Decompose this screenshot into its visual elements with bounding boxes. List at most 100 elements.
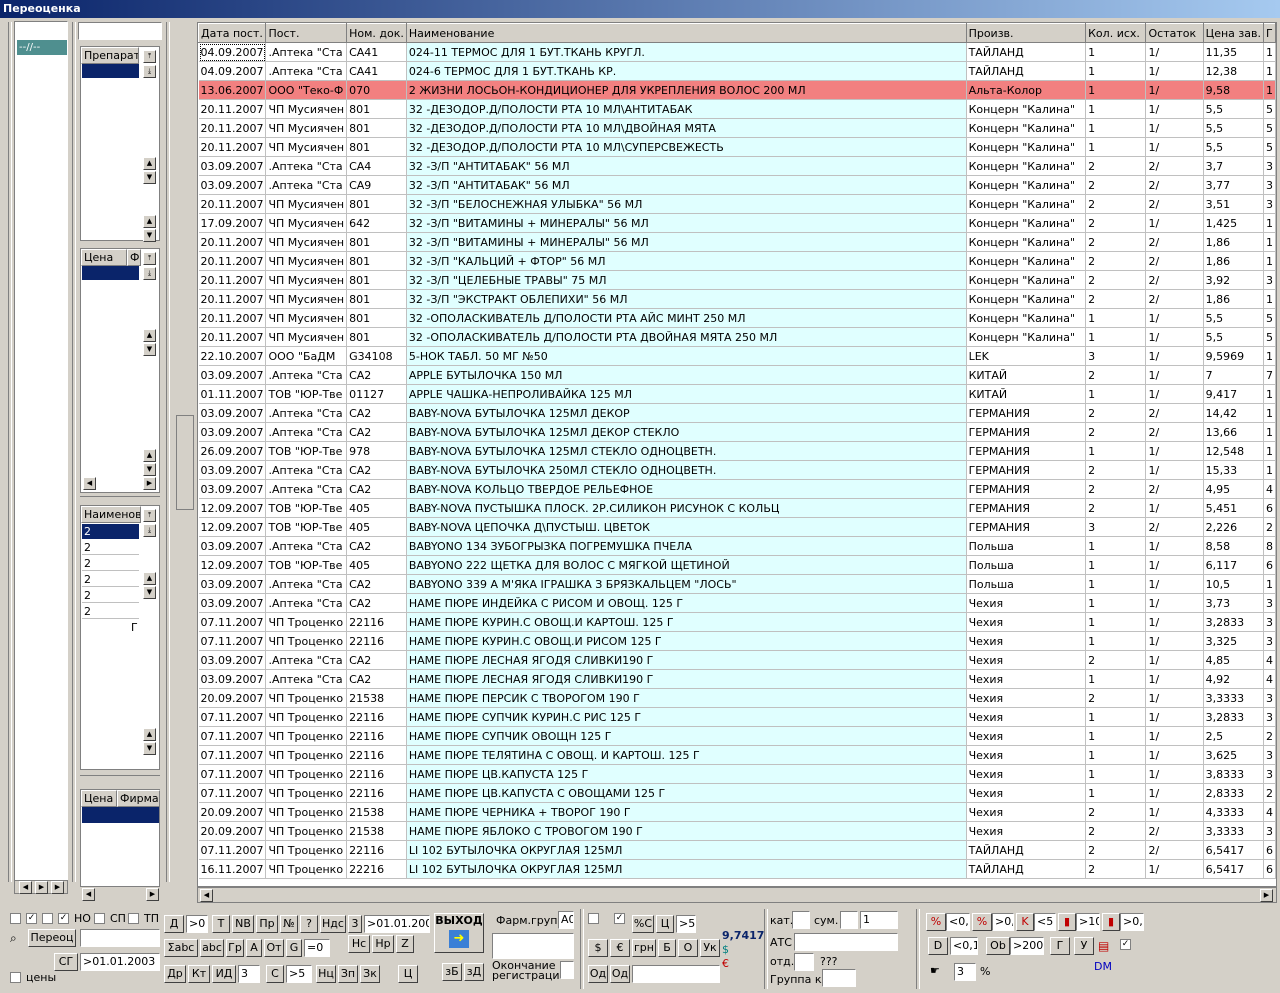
left-splitter-grip[interactable] [30,896,50,902]
table-cell[interactable]: ЧП Троценко [265,688,348,708]
table-row[interactable]: 20.11.2007 ЧП Мусиячен 801 32 -З/П "ЭКСТРАК… [198,289,1276,309]
table-cell[interactable]: 2,226 [1203,517,1264,537]
btn-question[interactable]: ? [300,915,318,933]
scroll-left-icon[interactable]: ◀ [200,889,213,902]
table-cell[interactable]: ЧП Троценко [265,840,348,860]
table-cell[interactable]: 1/ [1145,308,1204,328]
table-cell[interactable]: CA2 [346,422,407,442]
table-cell[interactable]: 1/ [1145,99,1204,119]
table-cell[interactable]: 7 [1263,365,1276,385]
right-checkbox[interactable]: ✓ [1120,939,1131,950]
table-cell[interactable]: 3 [1085,517,1147,537]
btn-d[interactable]: Д [164,915,184,933]
sum-value-input[interactable]: 1 [860,911,898,929]
bottom-list-hscroll[interactable]: ◀ ▶ [80,888,160,902]
table-cell[interactable]: 1/ [1145,42,1204,62]
bottom-header-price[interactable]: Цена [81,790,117,807]
table-cell[interactable]: 3,2833 [1203,612,1264,632]
table-cell[interactable]: 6,117 [1203,555,1264,575]
table-cell[interactable]: 04.09.2007 [198,61,267,81]
scroll-bottom-icon[interactable]: ⤓ [143,524,156,537]
table-cell[interactable]: 1 [1085,99,1147,119]
table-cell[interactable]: Концерн "Калина" [966,270,1087,290]
table-cell[interactable]: 1 [1263,289,1276,309]
pereots-input[interactable] [80,929,160,947]
table-cell[interactable]: HAME ПЮРЕ КУРИН.С ОВОЩ.И КАРТОШ. 125 Г [406,612,967,632]
table-row[interactable]: 20.09.2007 ЧП Троценко 21538 HAME ПЮРЕ ПЕРС… [198,688,1276,708]
btn-zb[interactable]: зБ [442,963,462,981]
table-cell[interactable]: 10,5 [1203,574,1264,594]
scroll-top-icon[interactable]: ⤒ [143,509,156,522]
table-cell[interactable]: Польша [966,536,1087,556]
table-cell[interactable]: 1 [1085,118,1147,138]
table-cell[interactable]: ЧП Троценко [265,764,348,784]
table-cell[interactable]: 12,38 [1203,61,1264,81]
table-row[interactable]: 07.11.2007 ЧП Троценко 22116 LI 102 БУТЫЛОЧ… [198,840,1276,860]
table-cell[interactable]: 1/ [1145,346,1204,366]
table-cell[interactable]: 801 [346,251,407,271]
btn-hrn[interactable]: грн [632,939,656,957]
btn-number[interactable]: № [280,915,298,933]
price-header-firm[interactable]: Ф [127,249,141,266]
table-cell[interactable]: BABYONO 222 ЩЕТКА ДЛЯ ВОЛОС С МЯГКОЙ ЩЕТ… [406,555,967,575]
splitter-right[interactable] [166,22,170,882]
table-cell[interactable]: 1/ [1145,612,1204,632]
table-cell[interactable]: .Аптека "Ста [265,574,348,594]
btn-gr[interactable]: Гр [226,939,244,957]
table-cell[interactable]: 1 [1085,441,1147,461]
table-row[interactable]: 03.09.2007 .Аптека "Ста CA2 BABY-NOVA БУТЫЛ… [198,460,1276,480]
sg-button[interactable]: СГ [54,953,78,971]
table-cell[interactable]: Концерн "Калина" [966,289,1087,309]
table-cell[interactable]: 3 [1263,707,1276,727]
table-cell[interactable]: HAME ПЮРЕ СУПЧИК КУРИН.С РИС 125 Г [406,707,967,727]
chart-value-input[interactable]: >10 [1076,913,1100,931]
table-cell[interactable]: 2 [1085,840,1147,860]
scroll-down-icon[interactable]: ▼ [143,586,156,599]
table-row[interactable]: 20.11.2007 ЧП Мусиячен 801 32 -ДЕЗОДОР.Д/ПО… [198,99,1276,119]
table-cell[interactable]: CA2 [346,536,407,556]
filter-checkbox-2[interactable]: ✓ [26,913,37,924]
table-cell[interactable]: Чехия [966,802,1087,822]
table-cell[interactable]: 4 [1263,669,1276,689]
table-cell[interactable]: 1 [1263,403,1276,423]
table-row[interactable]: 26.09.2007 ТОВ "ЮР-Тве 978 BABY-NOVA БУТЫЛО… [198,441,1276,461]
sg-date-input[interactable]: >01.01.2003 [80,953,160,971]
table-cell[interactable]: 5 [1263,99,1276,119]
table-cell[interactable]: BABYONO 339 А М'ЯКА ІГРАШКА З БРЯЗКАЛЬЦЕ… [406,574,967,594]
table-row[interactable]: 20.09.2007 ЧП Троценко 21538 HAME ПЮРЕ ЧЕРН… [198,802,1276,822]
table-cell[interactable]: 3,2833 [1203,707,1264,727]
table-cell[interactable]: Концерн "Калина" [966,194,1087,214]
table-cell[interactable]: 32 -ДЕЗОДОР.Д/ПОЛОСТИ РТА 10 МЛ\ДВОЙНАЯ … [406,118,967,138]
table-cell[interactable]: 03.09.2007 [198,479,267,499]
table-cell[interactable]: Концерн "Калина" [966,327,1087,347]
table-cell[interactable]: 1,86 [1203,232,1264,252]
table-cell[interactable]: ЧП Троценко [265,802,348,822]
scroll-left-icon[interactable]: ◀ [83,477,96,490]
table-cell[interactable]: 1 [1085,593,1147,613]
prices-checkbox[interactable] [10,972,21,983]
table-cell[interactable]: 07.11.2007 [198,840,267,860]
table-cell[interactable]: 1 [1085,726,1147,746]
grid-column-header[interactable]: Г [1262,23,1276,43]
table-cell[interactable]: 5,451 [1203,498,1264,518]
table-cell[interactable]: 2 [1263,726,1276,746]
table-row[interactable]: 03.09.2007 .Аптека "Ста CA2 BABY-NOVA КОЛЬЦ… [198,479,1276,499]
table-cell[interactable]: 07.11.2007 [198,726,267,746]
table-row[interactable]: 03.09.2007 .Аптека "Ста CA2 HAME ПЮРЕ ЛЕСНА… [198,669,1276,689]
scroll-bottom-icon[interactable]: ⤓ [143,267,156,280]
table-cell[interactable]: 04.09.2007 [198,42,267,62]
grid-splitter-handle[interactable] [176,415,194,510]
table-cell[interactable]: Чехия [966,650,1087,670]
table-cell[interactable]: 2 [1085,232,1147,252]
table-cell[interactable]: 13,66 [1203,422,1264,442]
table-cell[interactable]: 2 [1085,156,1147,176]
table-cell[interactable]: Концерн "Калина" [966,156,1087,176]
table-cell[interactable]: 3,325 [1203,631,1264,651]
table-cell[interactable]: 20.11.2007 [198,270,267,290]
table-cell[interactable]: 03.09.2007 [198,574,267,594]
btn-nts[interactable]: Нц [316,965,336,983]
table-cell[interactable]: .Аптека "Ста [265,403,348,423]
table-cell[interactable]: 1 [1263,422,1276,442]
table-cell[interactable]: 1/ [1145,498,1204,518]
table-cell[interactable]: 1/ [1145,61,1204,81]
